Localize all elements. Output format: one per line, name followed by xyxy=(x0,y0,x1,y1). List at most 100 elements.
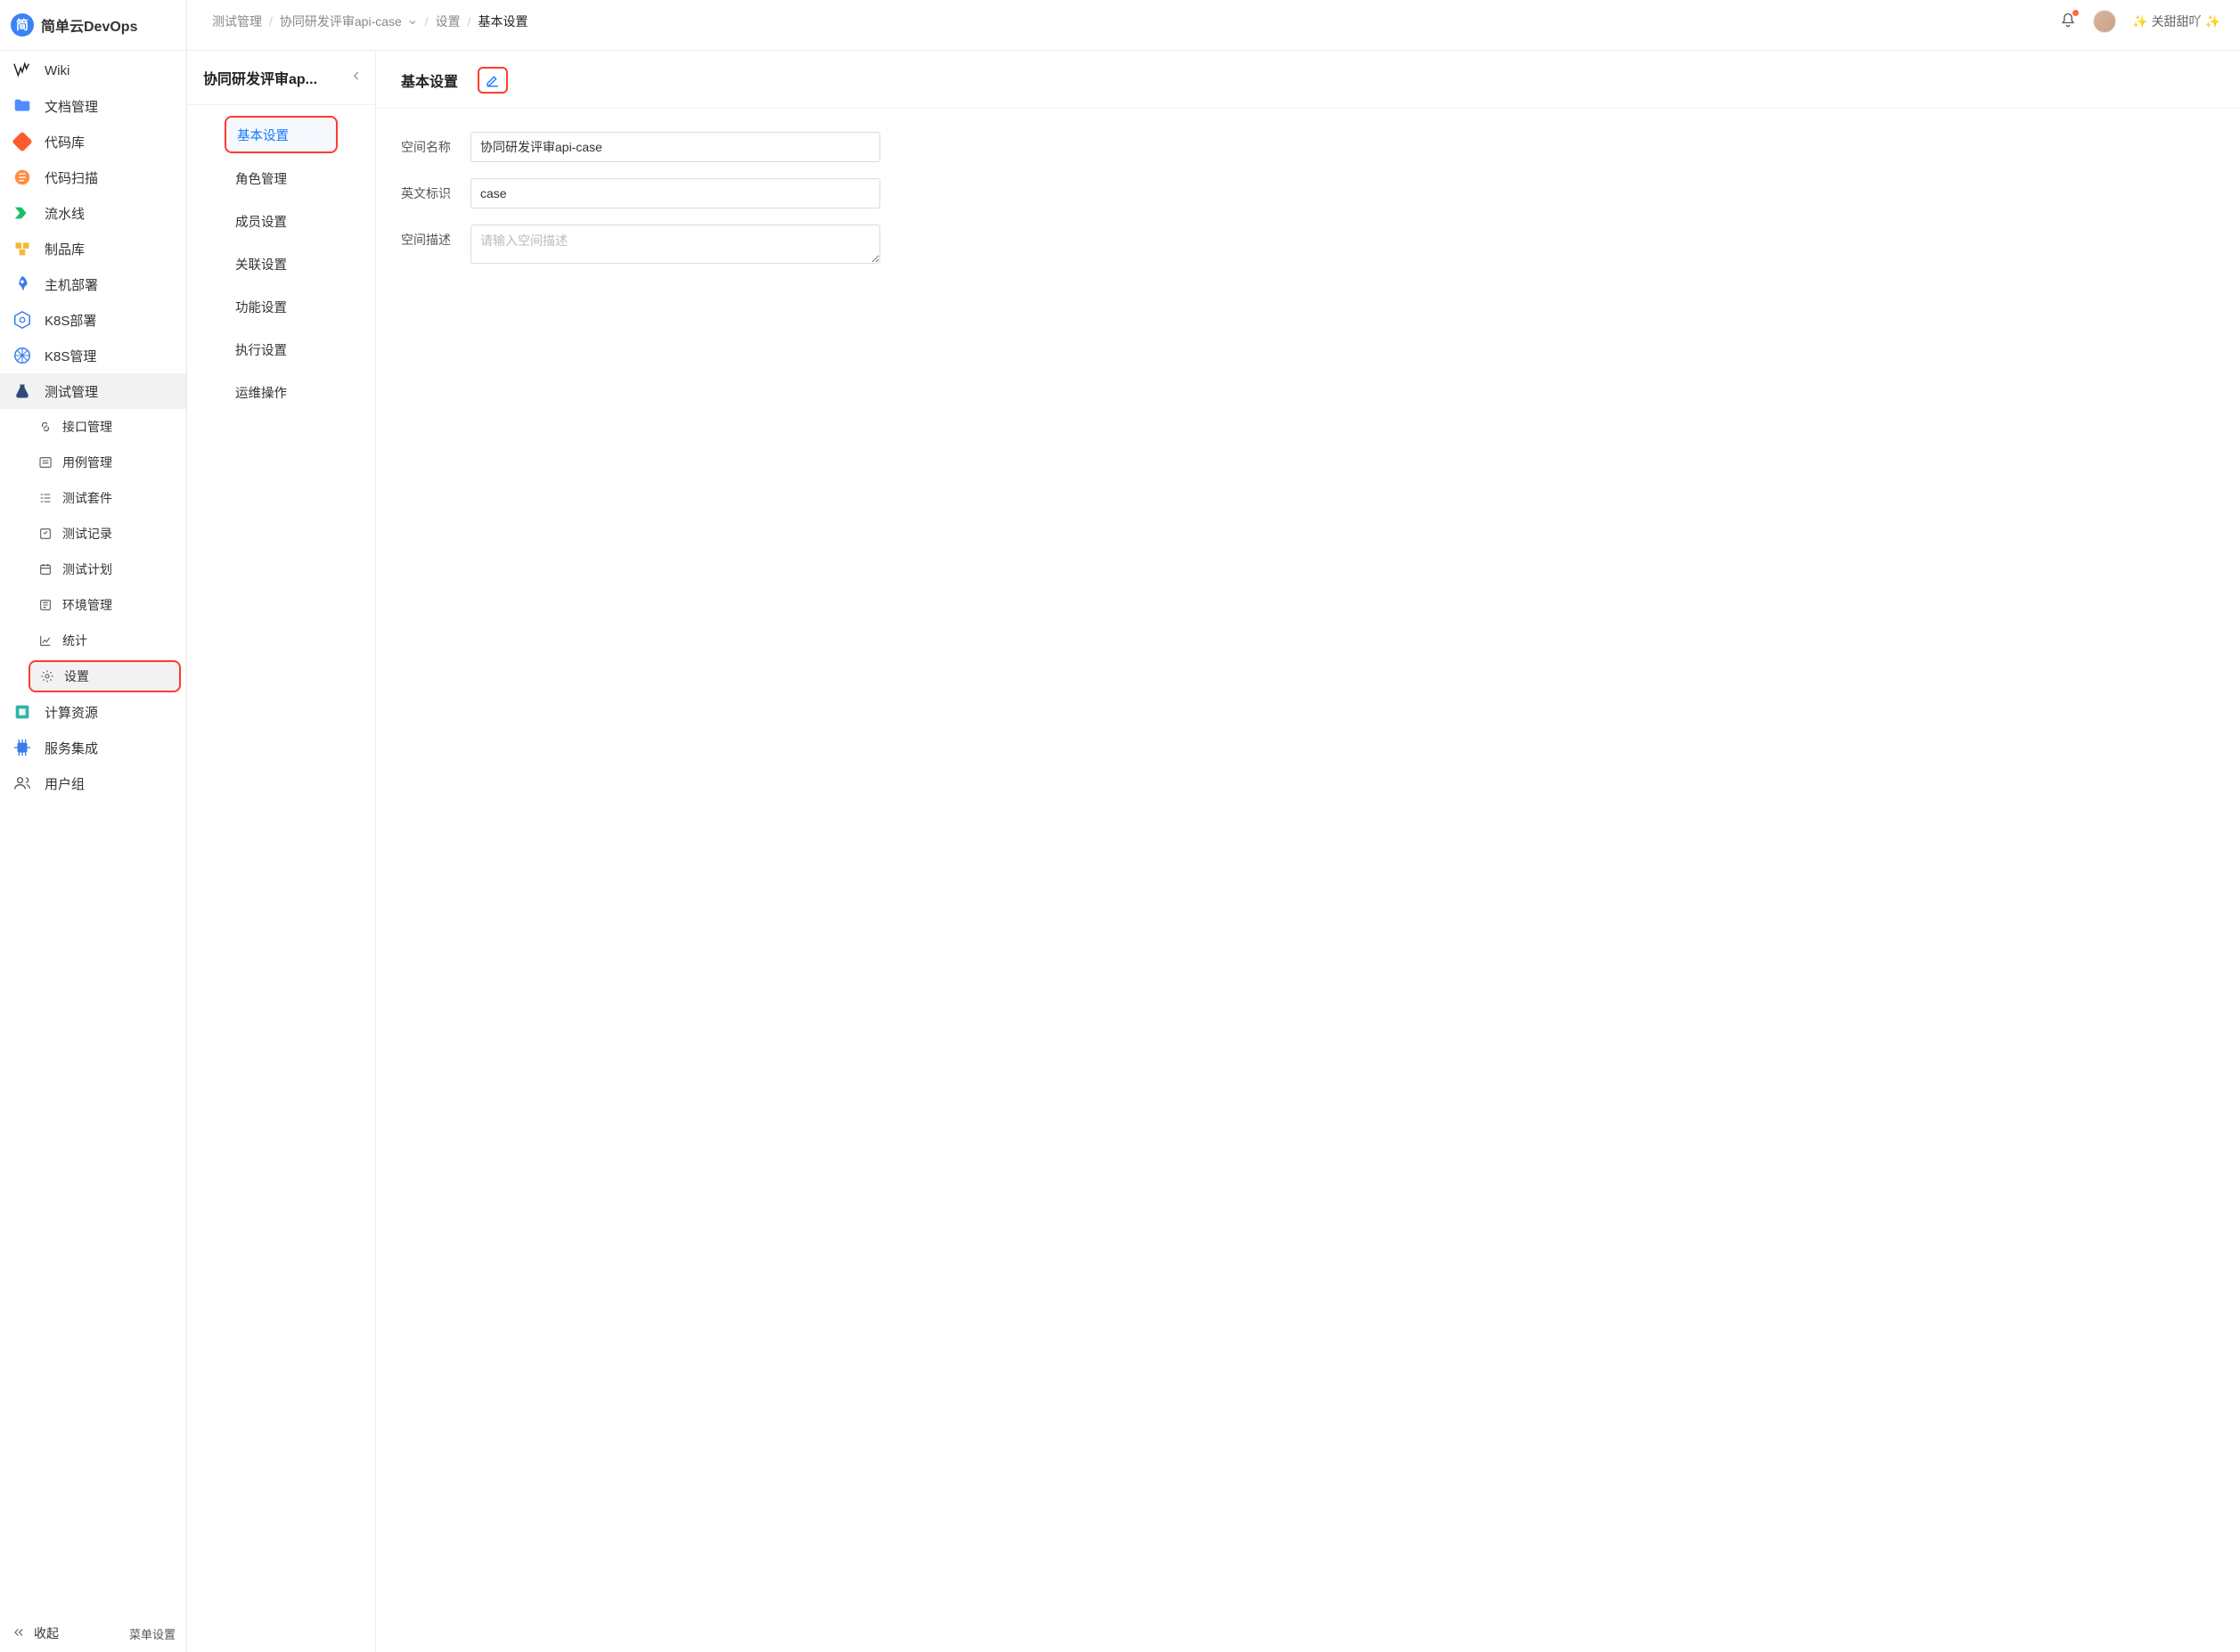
settings-back-button[interactable] xyxy=(350,70,363,86)
nav-label: 服务集成 xyxy=(45,739,98,757)
breadcrumb-sep: / xyxy=(269,14,273,29)
users-icon xyxy=(12,773,32,793)
settings-nav-label: 功能设置 xyxy=(235,298,287,316)
nav-pipeline[interactable]: 流水线 xyxy=(0,195,186,231)
nav-label: 统计 xyxy=(62,632,87,650)
page-title: 基本设置 xyxy=(401,70,458,91)
desc-label: 空间描述 xyxy=(401,225,470,249)
chart-icon xyxy=(37,633,53,649)
nav-label: 制品库 xyxy=(45,240,85,258)
breadcrumb-sep: / xyxy=(425,14,429,29)
nav-scan[interactable]: 代码扫描 xyxy=(0,159,186,195)
nav-label: 测试记录 xyxy=(62,525,112,543)
nav-label: 用例管理 xyxy=(62,454,112,471)
breadcrumb-settings[interactable]: 设置 xyxy=(436,12,461,30)
nav-sub-env[interactable]: 环境管理 xyxy=(0,587,186,623)
nav-sub-settings[interactable]: 设置 xyxy=(29,660,181,692)
chip-icon xyxy=(12,738,32,757)
rocket-icon xyxy=(12,274,32,294)
nav-user-group[interactable]: 用户组 xyxy=(0,765,186,801)
form-row-slug: 英文标识 xyxy=(401,178,2215,209)
record-icon xyxy=(37,526,53,542)
settings-nav-label: 执行设置 xyxy=(235,340,287,359)
nav-label: 文档管理 xyxy=(45,97,98,116)
nav-label: 设置 xyxy=(64,667,89,685)
main-sidebar: 简 简单云DevOps Wiki 文档管理 代码库 代码扫描 流水线 xyxy=(0,0,187,1652)
suite-icon xyxy=(37,490,53,506)
topbar-right: ✨ 关甜甜吖 ✨ xyxy=(2059,10,2220,33)
settings-nav-role[interactable]: 角色管理 xyxy=(187,157,375,200)
basic-settings-form: 空间名称 英文标识 空间描述 xyxy=(376,109,2240,303)
nav-sub-stats[interactable]: 统计 xyxy=(0,623,186,658)
space-name-input[interactable] xyxy=(470,132,880,162)
breadcrumb-sep: / xyxy=(468,14,471,29)
logo-icon: 简 xyxy=(11,13,34,37)
collapse-sidebar[interactable]: 收起 xyxy=(12,1624,59,1642)
settings-nav-ops[interactable]: 运维操作 xyxy=(187,371,375,413)
compute-icon xyxy=(12,702,32,722)
slug-label: 英文标识 xyxy=(401,178,470,202)
space-name-label: 空间名称 xyxy=(401,132,470,156)
nav-label: Wiki xyxy=(45,63,69,78)
nav-k8s-deploy[interactable]: K8S部署 xyxy=(0,302,186,338)
desc-textarea[interactable] xyxy=(470,225,880,264)
nav-label: 测试管理 xyxy=(45,382,98,401)
nav-label: K8S管理 xyxy=(45,347,96,365)
nav-code[interactable]: 代码库 xyxy=(0,124,186,159)
nav-label: 代码库 xyxy=(45,133,85,151)
folder-icon xyxy=(12,96,32,116)
pencil-icon xyxy=(485,72,501,88)
nav-label: 主机部署 xyxy=(45,275,98,294)
avatar[interactable] xyxy=(2093,10,2116,33)
settings-nav-member[interactable]: 成员设置 xyxy=(187,200,375,242)
edit-button[interactable] xyxy=(478,67,508,94)
slug-input[interactable] xyxy=(470,178,880,209)
nav-wiki[interactable]: Wiki xyxy=(0,53,186,88)
settings-sidebar: 协同研发评审ap... 基本设置 角色管理 成员设置 关联设置 功能设置 执行设… xyxy=(187,50,376,1652)
settings-nav-label: 运维操作 xyxy=(235,383,287,402)
chevron-left-icon xyxy=(12,1626,25,1641)
content-area: 基本设置 空间名称 英文标识 空间描述 xyxy=(376,50,2240,1652)
nav-label: 测试套件 xyxy=(62,489,112,507)
nav-sub-plan[interactable]: 测试计划 xyxy=(0,552,186,587)
nav-test-manage[interactable]: 测试管理 xyxy=(0,373,186,409)
nav-test-submenu: 接口管理 用例管理 测试套件 测试记录 测试计划 xyxy=(0,409,186,694)
collapse-label: 收起 xyxy=(34,1624,59,1642)
sparkle-icon: ✨ xyxy=(2132,14,2147,29)
notifications-button[interactable] xyxy=(2059,12,2077,32)
k8s-icon xyxy=(12,310,32,330)
nav-label: 计算资源 xyxy=(45,703,98,722)
nav-artifact[interactable]: 制品库 xyxy=(0,231,186,266)
breadcrumb-project-label: 协同研发评审api-case xyxy=(280,14,402,29)
nav-label: 用户组 xyxy=(45,774,85,793)
nav-sub-case[interactable]: 用例管理 xyxy=(0,445,186,480)
nav-compute[interactable]: 计算资源 xyxy=(0,694,186,730)
nav-sub-api[interactable]: 接口管理 xyxy=(0,409,186,445)
nav-docs[interactable]: 文档管理 xyxy=(0,88,186,124)
settings-nav-basic[interactable]: 基本设置 xyxy=(225,116,338,153)
menu-settings-link[interactable]: 菜单设置 xyxy=(129,1625,176,1642)
nav-host-deploy[interactable]: 主机部署 xyxy=(0,266,186,302)
notification-dot xyxy=(2072,10,2079,16)
settings-nav-label: 关联设置 xyxy=(235,255,287,274)
username[interactable]: ✨ 关甜甜吖 ✨ xyxy=(2132,12,2220,30)
settings-nav-label: 角色管理 xyxy=(235,169,287,188)
env-icon xyxy=(37,597,53,613)
gear-icon xyxy=(39,668,55,684)
settings-nav-feature[interactable]: 功能设置 xyxy=(187,285,375,328)
breadcrumb-project[interactable]: 协同研发评审api-case xyxy=(280,12,418,30)
settings-nav-relate[interactable]: 关联设置 xyxy=(187,242,375,285)
nav-sub-record[interactable]: 测试记录 xyxy=(0,516,186,552)
nav-sub-suite[interactable]: 测试套件 xyxy=(0,480,186,516)
sidebar-footer: 收起 菜单设置 xyxy=(0,1615,186,1652)
nav-label: K8S部署 xyxy=(45,311,96,330)
settings-nav-exec[interactable]: 执行设置 xyxy=(187,328,375,371)
flask-icon xyxy=(12,381,32,401)
app-logo[interactable]: 简 简单云DevOps xyxy=(0,0,186,50)
breadcrumb-test-manage[interactable]: 测试管理 xyxy=(212,12,262,30)
content-header: 基本设置 xyxy=(376,51,2240,109)
nav-k8s-manage[interactable]: K8S管理 xyxy=(0,338,186,373)
nav-service-integration[interactable]: 服务集成 xyxy=(0,730,186,765)
nav-label: 接口管理 xyxy=(62,418,112,436)
nav-label: 代码扫描 xyxy=(45,168,98,187)
